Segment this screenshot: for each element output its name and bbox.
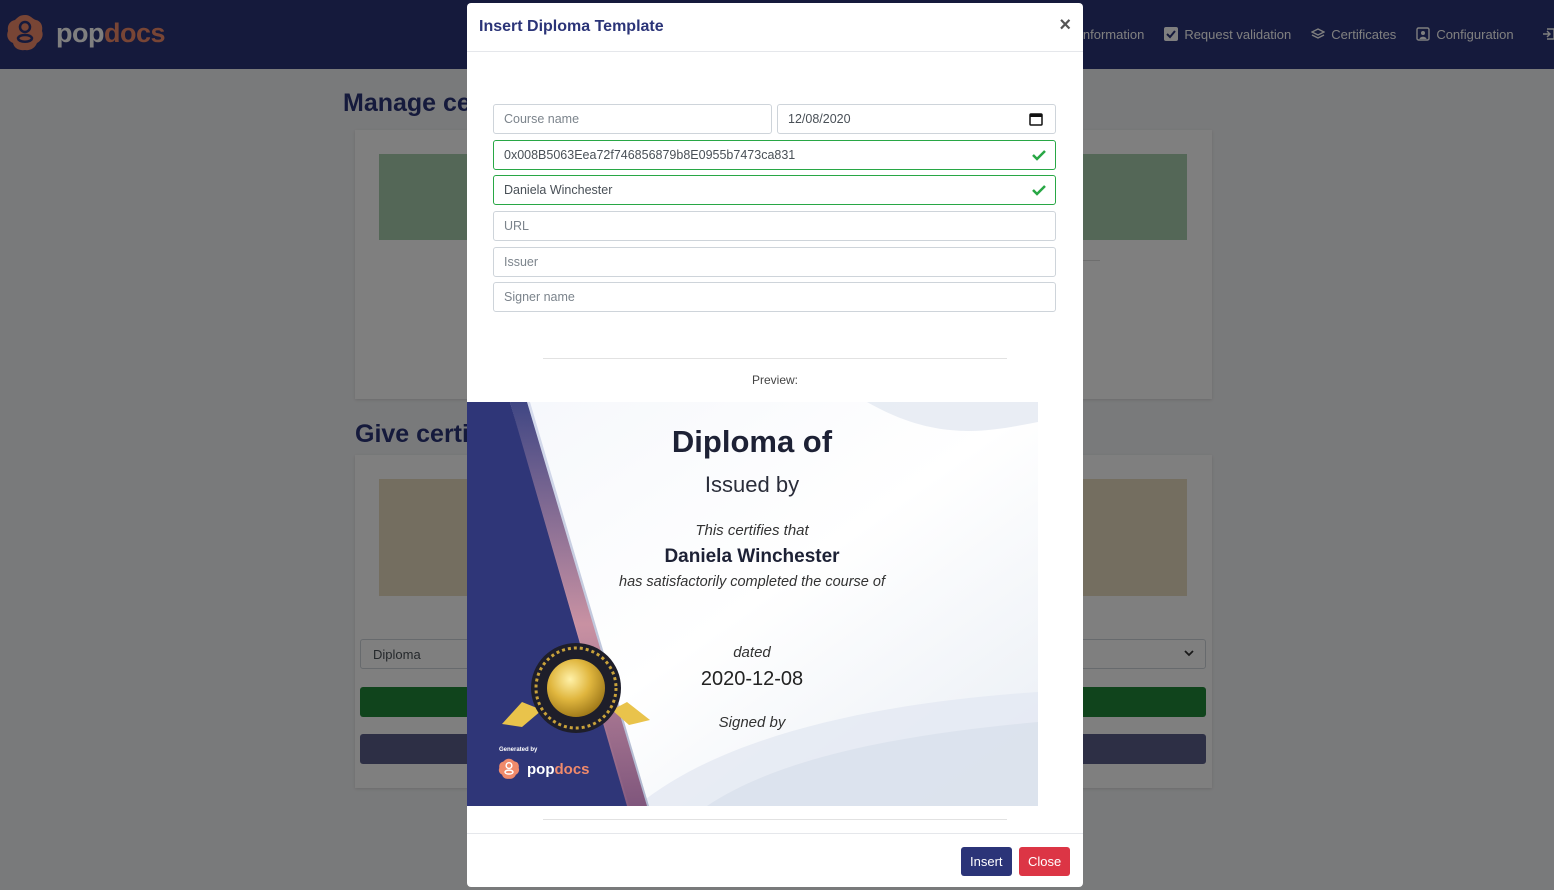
course-name-input[interactable]: Course name: [493, 104, 772, 134]
diploma-title: Diploma of: [671, 424, 833, 459]
issuer-input[interactable]: Issuer: [493, 247, 1056, 277]
signer-name-input[interactable]: Signer name: [493, 282, 1056, 312]
modal-footer: Insert Close: [467, 833, 1083, 887]
diploma-date: 2020-12-08: [700, 668, 804, 690]
diploma-dated-label: dated: [733, 644, 771, 661]
diploma-certifies-text: This certifies that: [695, 522, 809, 539]
preview-divider-bottom: [543, 819, 1007, 820]
diploma-generated-by: Generated by: [499, 747, 538, 753]
wallet-address-input[interactable]: 0x008B5063Eea72f746856879b8E0955b7473ca8…: [493, 140, 1056, 170]
url-input[interactable]: URL: [493, 211, 1056, 241]
diploma-recipient-name: Daniela Winchester: [664, 546, 840, 567]
wallet-address-value: 0x008B5063Eea72f746856879b8E0955b7473ca8…: [504, 148, 796, 162]
modal-header: Insert Diploma Template ×: [467, 3, 1083, 52]
check-icon: [1032, 150, 1046, 161]
preview-label: Preview:: [751, 373, 798, 387]
recipient-name-value: Daniela Winchester: [504, 183, 613, 197]
diploma-issued-by: Issued by: [704, 472, 800, 497]
diploma-brand-name: popdocs: [527, 760, 590, 778]
insert-diploma-modal: Insert Diploma Template × Course name 12…: [467, 3, 1083, 887]
popdocs-logo-icon: [498, 758, 520, 779]
modal-title: Insert Diploma Template: [479, 18, 664, 35]
close-icon[interactable]: ×: [1059, 14, 1071, 37]
calendar-icon[interactable]: [1029, 112, 1043, 126]
diploma-brand: popdocs: [497, 757, 590, 781]
insert-button[interactable]: Insert: [961, 847, 1012, 876]
diploma-background: [467, 402, 1038, 806]
check-icon: [1032, 185, 1046, 196]
preview-divider-top: [543, 358, 1007, 359]
recipient-name-input[interactable]: Daniela Winchester: [493, 175, 1056, 205]
date-input[interactable]: 12/08/2020: [777, 104, 1056, 134]
diploma-signed-by: Signed by: [718, 714, 786, 731]
close-button[interactable]: Close: [1019, 847, 1071, 876]
date-value: 12/08/2020: [788, 112, 851, 126]
diploma-preview: Diploma of Issued by This certifies that…: [467, 402, 1038, 806]
diploma-completed-text: has satisfactorily completed the course …: [619, 574, 885, 590]
